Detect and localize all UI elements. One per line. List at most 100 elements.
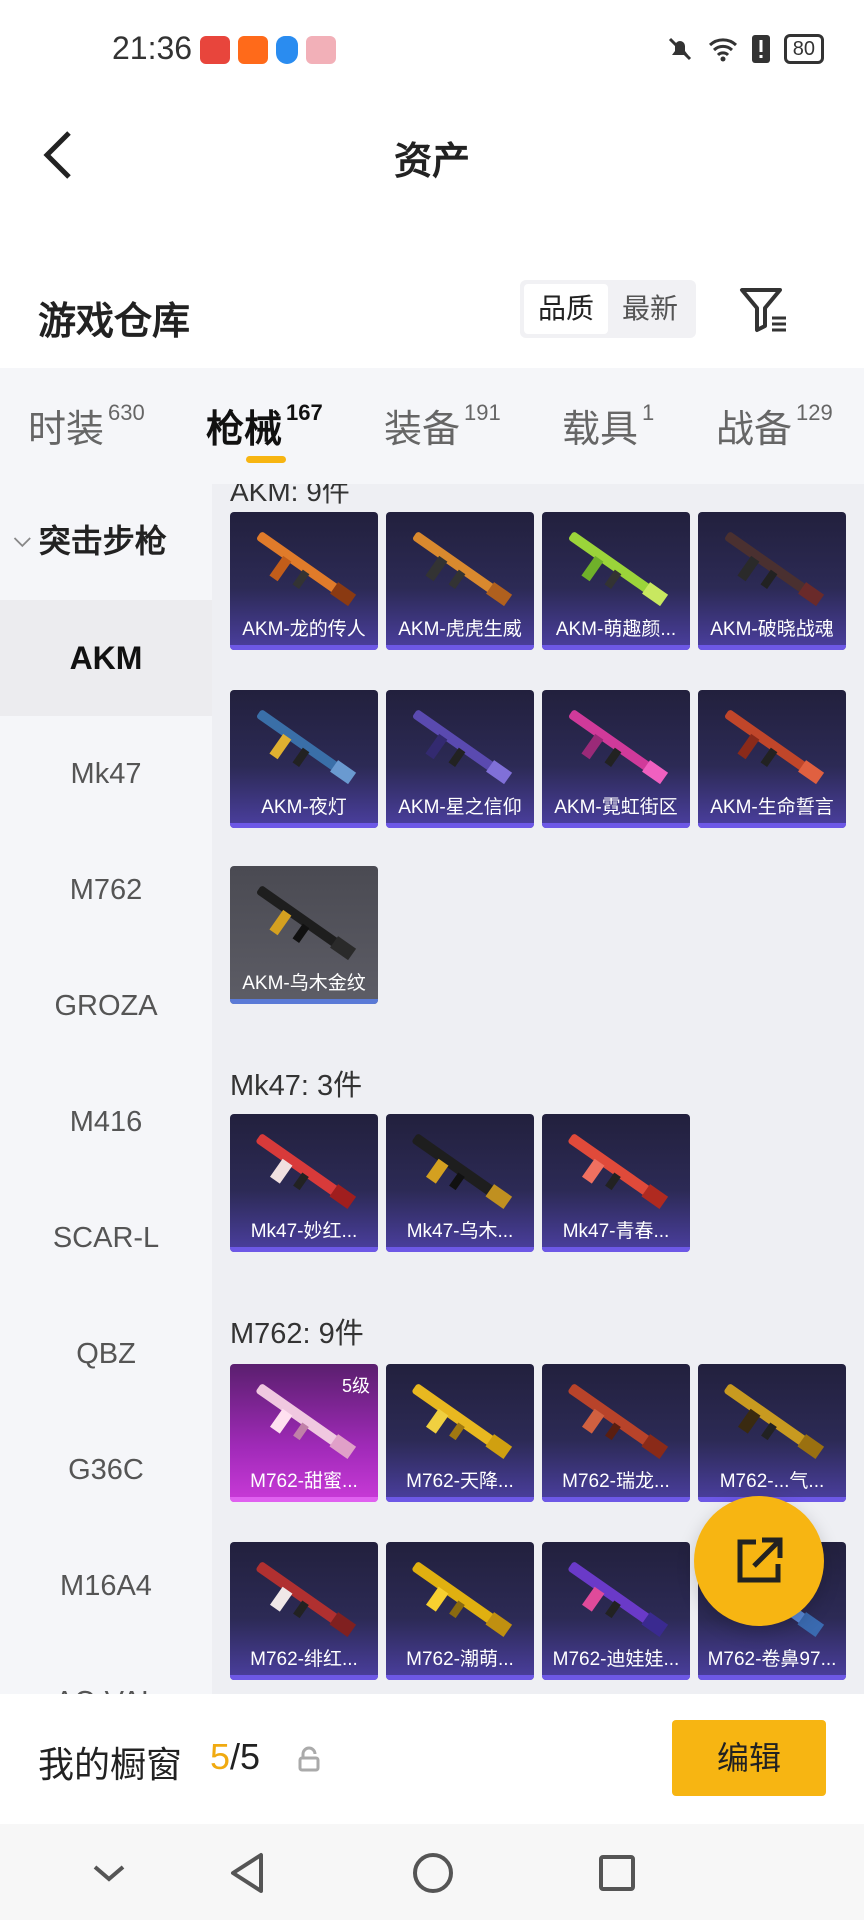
skin-card[interactable]: AKM-龙的传人 — [230, 512, 378, 650]
tab-count: 1 — [642, 400, 655, 425]
quality-bar — [698, 1675, 846, 1680]
rifle-icon — [568, 1384, 669, 1460]
skin-name: AKM-生命誓言 — [710, 797, 834, 818]
sort-quality-option[interactable]: 品质 — [524, 284, 609, 334]
sort-newest-option[interactable]: 最新 — [608, 284, 692, 334]
quality-bar — [230, 1497, 378, 1502]
sidebar-item-mk47[interactable]: Mk47 — [0, 716, 212, 832]
skin-card[interactable]: Mk47-乌木... — [386, 1114, 534, 1252]
sidebar-item-akm[interactable]: AKM — [0, 600, 212, 716]
skin-card[interactable]: M762-潮萌... — [386, 1542, 534, 1680]
skin-card[interactable]: AKM-破晓战魂 — [698, 512, 846, 650]
quality-bar — [386, 1675, 534, 1680]
skin-card[interactable]: M762-...气... — [698, 1364, 846, 1502]
rifle-icon — [413, 710, 513, 785]
tab-supplies[interactable]: 战备 129 — [716, 398, 833, 453]
tab-vehicles[interactable]: 载具 1 — [562, 398, 654, 453]
nav-back-button[interactable] — [222, 1848, 272, 1898]
rifle-icon — [413, 532, 513, 607]
quality-bar — [386, 1247, 534, 1252]
sidebar-item-groza[interactable]: GROZA — [0, 948, 212, 1064]
skin-card[interactable]: M762-瑞龙... — [542, 1364, 690, 1502]
skin-card[interactable]: AKM-乌木金纹 — [230, 866, 378, 1004]
skin-name: Mk47-乌木... — [406, 1221, 514, 1242]
tab-guns[interactable]: 枪械 167 — [206, 398, 323, 453]
showcase-label: 我的橱窗 — [38, 1744, 183, 1785]
square-recents-icon — [599, 1855, 635, 1891]
rifle-icon — [568, 1562, 669, 1638]
sidebar-item-g36c[interactable]: G36C — [0, 1412, 212, 1528]
nav-recents-button[interactable] — [592, 1848, 642, 1898]
tab-label: 载具 — [562, 409, 639, 451]
share-fab-button[interactable] — [694, 1496, 824, 1626]
showcase-count-total: /5 — [230, 1736, 261, 1777]
skin-card[interactable]: M762-绯红... — [230, 1542, 378, 1680]
skin-card[interactable]: M762-天降... — [386, 1364, 534, 1502]
taobao-icon — [238, 36, 268, 64]
skin-name: AKM-龙的传人 — [242, 619, 366, 640]
quality-bar — [698, 645, 846, 650]
alert-icon — [751, 35, 770, 63]
category-header[interactable]: ⌵ 突击步枪 — [14, 516, 167, 562]
skin-card[interactable]: AKM-霓虹街区 — [542, 690, 690, 828]
showcase-count: 5/5 — [210, 1736, 260, 1778]
skin-card[interactable]: AKM-虎虎生威 — [386, 512, 534, 650]
tab-count: 167 — [286, 400, 323, 425]
circle-home-icon — [413, 1853, 453, 1893]
sidebar-item-scar-l[interactable]: SCAR-L — [0, 1180, 212, 1296]
tab-fashion[interactable]: 时装 630 — [28, 398, 145, 453]
rifle-icon — [256, 1562, 357, 1638]
sidebar-item-m762[interactable]: M762 — [0, 832, 212, 948]
skin-card[interactable]: 5级 M762-甜蜜... — [230, 1364, 378, 1502]
quality-bar — [230, 823, 378, 828]
system-nav-bar — [0, 1824, 864, 1920]
rifle-icon — [412, 1134, 513, 1210]
group-header-mk47: Mk47: 3件 — [230, 1070, 363, 1102]
category-tabs: 时装 630 枪械 167 装备 191 载具 1 战备 129 — [0, 368, 864, 484]
tab-label: 枪械 — [206, 409, 283, 451]
skin-name: Mk47-青春... — [562, 1221, 670, 1242]
skin-card[interactable]: AKM-星之信仰 — [386, 690, 534, 828]
box-icon — [306, 36, 336, 64]
sort-toggle: 品质 最新 — [520, 280, 697, 338]
sidebar-item-ac-val[interactable]: AC-VAL — [0, 1644, 212, 1694]
skin-name: M762-...气... — [719, 1471, 825, 1492]
sidebar-item-m416[interactable]: M416 — [0, 1064, 212, 1180]
skin-card[interactable]: AKM-生命誓言 — [698, 690, 846, 828]
collapse-button[interactable] — [84, 1848, 134, 1898]
quality-bar — [542, 1675, 690, 1680]
tab-label: 装备 — [384, 409, 461, 451]
rifle-icon — [256, 1134, 357, 1210]
skin-name: AKM-虎虎生威 — [398, 619, 522, 640]
battery-icon: 80 — [783, 34, 824, 64]
skin-card[interactable]: Mk47-青春... — [542, 1114, 690, 1252]
group-header-m762: M762: 9件 — [230, 1318, 364, 1350]
rifle-icon — [412, 1562, 513, 1638]
tab-count: 129 — [796, 400, 833, 425]
filter-button[interactable] — [738, 284, 790, 336]
tab-equipment[interactable]: 装备 191 — [384, 398, 501, 453]
tab-label: 战备 — [716, 409, 793, 451]
rifle-icon — [256, 1384, 357, 1460]
tab-count: 191 — [464, 400, 501, 425]
skin-card[interactable]: AKM-夜灯 — [230, 690, 378, 828]
skin-card[interactable]: Mk47-妙红... — [230, 1114, 378, 1252]
quality-bar — [386, 645, 534, 650]
sidebar-item-m16a4[interactable]: M16A4 — [0, 1528, 212, 1644]
lock-icon — [298, 1746, 320, 1772]
quality-bar — [386, 1497, 534, 1502]
skin-name: M762-天降... — [406, 1471, 514, 1492]
edit-button[interactable]: 编辑 — [672, 1720, 826, 1796]
skin-name: M762-迪娃娃... — [552, 1649, 680, 1670]
skin-name: M762-潮萌... — [406, 1649, 514, 1670]
skin-card[interactable]: M762-迪娃娃... — [542, 1542, 690, 1680]
sidebar-item-qbz[interactable]: QBZ — [0, 1296, 212, 1412]
status-time: 21:36 — [112, 30, 193, 66]
quality-bar — [698, 823, 846, 828]
page-title: 资产 — [393, 141, 470, 183]
skin-name: AKM-霓虹街区 — [554, 797, 678, 818]
skin-card[interactable]: AKM-萌趣颜... — [542, 512, 690, 650]
shield-icon — [276, 36, 298, 64]
nav-home-button[interactable] — [408, 1848, 458, 1898]
skin-name: M762-瑞龙... — [562, 1471, 670, 1492]
